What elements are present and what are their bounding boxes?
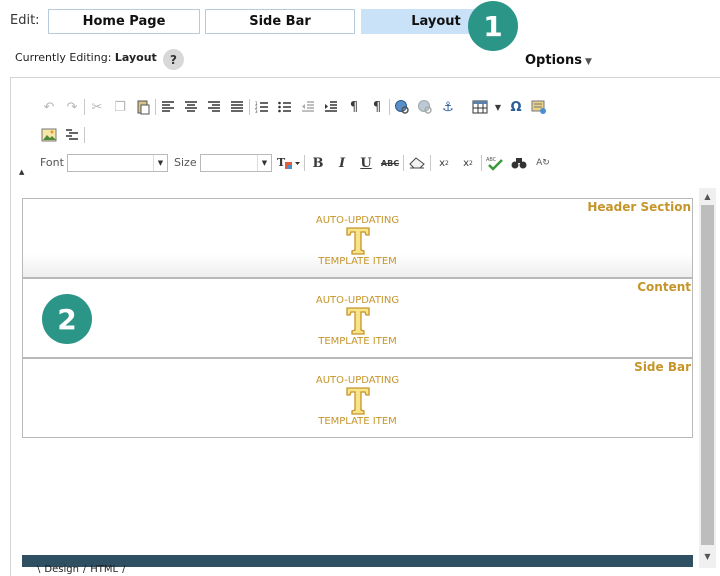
mode-tabs: \ Design / HTML / — [37, 564, 126, 575]
special-character-icon[interactable]: Ω — [505, 97, 527, 117]
toolbar-separator — [389, 99, 390, 115]
paste-icon[interactable] — [132, 97, 154, 117]
ltr-icon[interactable]: ¶ — [343, 97, 365, 117]
spellcheck-icon[interactable]: ABC — [484, 153, 506, 173]
callout-badge-2: 2 — [42, 294, 92, 344]
template-line-1: AUTO-UPDATING — [315, 375, 400, 386]
currently-editing: Currently Editing: Layout — [15, 51, 157, 64]
toolbar-separator — [249, 99, 250, 115]
toolbar-separator — [304, 155, 305, 171]
eraser-icon[interactable] — [406, 153, 428, 173]
bold-icon[interactable]: B — [307, 153, 329, 173]
template-item: AUTO-UPDATING TEMPLATE ITEM — [23, 295, 692, 347]
template-item: AUTO-UPDATING TEMPLATE ITEM — [23, 375, 692, 427]
text-color-icon[interactable]: T — [276, 153, 302, 173]
undo-icon[interactable]: ↶ — [38, 97, 60, 117]
font-select[interactable]: ▼ — [67, 154, 168, 172]
scroll-down-arrow-icon[interactable]: ▼ — [699, 548, 716, 564]
underline-icon[interactable]: U — [355, 153, 377, 173]
toolbar-row-3: T B I U ABC x2 x2 ABC A↻ — [276, 153, 554, 173]
justify-icon[interactable] — [226, 97, 248, 117]
options-label: Options — [525, 53, 582, 68]
section-title: Header Section — [587, 200, 691, 214]
callout-badge-1: 1 — [468, 1, 518, 51]
insert-image-icon[interactable] — [38, 125, 60, 145]
align-right-icon[interactable] — [203, 97, 225, 117]
image-properties-icon[interactable] — [528, 97, 550, 117]
unlink-icon[interactable] — [414, 97, 436, 117]
toolbar-separator — [430, 155, 431, 171]
strikethrough-icon[interactable]: ABC — [379, 153, 401, 173]
tab-design[interactable]: Design — [42, 564, 81, 575]
template-t-icon — [345, 387, 370, 415]
italic-icon[interactable]: I — [331, 153, 353, 173]
side-bar-section[interactable]: Side Bar AUTO-UPDATING TEMPLATE ITEM — [22, 358, 693, 438]
toolbar-separator — [481, 155, 482, 171]
size-label: Size — [174, 156, 197, 169]
scroll-up-arrow-icon[interactable]: ▲ — [699, 188, 716, 204]
align-center-icon[interactable] — [180, 97, 202, 117]
copy-icon[interactable]: ❐ — [109, 97, 131, 117]
scrollbar-thumb[interactable] — [701, 205, 714, 545]
tab-home-page[interactable]: Home Page — [48, 9, 200, 34]
chevron-down-icon: ▼ — [153, 155, 167, 171]
anchor-icon[interactable]: ⚓ — [437, 97, 459, 117]
table-icon[interactable] — [469, 97, 491, 117]
template-t-icon — [345, 307, 370, 335]
toolbar-separator — [155, 99, 156, 115]
template-line-2: TEMPLATE ITEM — [318, 256, 397, 267]
chevron-down-icon: ▼ — [257, 155, 271, 171]
size-select[interactable]: ▼ — [200, 154, 272, 172]
superscript-icon[interactable]: x2 — [457, 153, 479, 173]
template-line-1: AUTO-UPDATING — [315, 295, 400, 306]
template-line-1: AUTO-UPDATING — [315, 215, 400, 226]
redo-icon[interactable]: ↷ — [61, 97, 83, 117]
template-t-icon — [345, 227, 370, 255]
cut-icon[interactable]: ✂ — [86, 97, 108, 117]
template-line-2: TEMPLATE ITEM — [318, 336, 397, 347]
toolbar-separator — [84, 127, 85, 143]
bullet-list-icon[interactable] — [274, 97, 296, 117]
chevron-down-icon: ▼ — [584, 57, 592, 67]
template-item: AUTO-UPDATING TEMPLATE ITEM — [23, 215, 692, 267]
collapse-toolbar-icon[interactable]: ▲ — [19, 168, 24, 176]
section-title: Content — [637, 280, 691, 294]
numbered-list-icon[interactable]: 123 — [251, 97, 273, 117]
content-section[interactable]: Content AUTO-UPDATING TEMPLATE ITEM — [22, 278, 693, 358]
currently-editing-value: Layout — [114, 51, 157, 64]
table-dropdown-chevron-icon[interactable]: ▼ — [492, 97, 504, 117]
header-section[interactable]: Header Section AUTO-UPDATING TEMPLATE IT… — [22, 198, 693, 278]
toolbar-row-2 — [38, 125, 85, 145]
outdent-icon[interactable] — [297, 97, 319, 117]
options-dropdown[interactable]: Options ▼ — [525, 53, 592, 68]
svg-text:ABC: ABC — [486, 157, 497, 163]
toolbar-separator — [84, 99, 85, 115]
currently-editing-label: Currently Editing: — [15, 51, 112, 64]
font-label: Font — [40, 156, 64, 169]
insert-link-icon[interactable] — [391, 97, 413, 117]
section-title: Side Bar — [634, 360, 691, 374]
help-icon[interactable]: ? — [163, 49, 184, 70]
format-list-icon[interactable] — [61, 125, 83, 145]
indent-icon[interactable] — [320, 97, 342, 117]
tab-side-bar[interactable]: Side Bar — [205, 9, 355, 34]
template-line-2: TEMPLATE ITEM — [318, 416, 397, 427]
rtl-icon[interactable]: ¶ — [366, 97, 388, 117]
svg-text:3: 3 — [255, 109, 258, 113]
find-icon[interactable] — [508, 153, 530, 173]
svg-text:T: T — [277, 156, 286, 169]
align-left-icon[interactable] — [157, 97, 179, 117]
replace-icon[interactable]: A↻ — [532, 153, 554, 173]
subscript-icon[interactable]: x2 — [433, 153, 455, 173]
toolbar-separator — [403, 155, 404, 171]
toolbar-row-1: ↶ ↷ ✂ ❐ 123 ¶ ¶ ⚓ ▼ Ω — [38, 97, 550, 117]
tab-html[interactable]: HTML — [88, 564, 120, 575]
edit-label: Edit: — [10, 13, 40, 28]
